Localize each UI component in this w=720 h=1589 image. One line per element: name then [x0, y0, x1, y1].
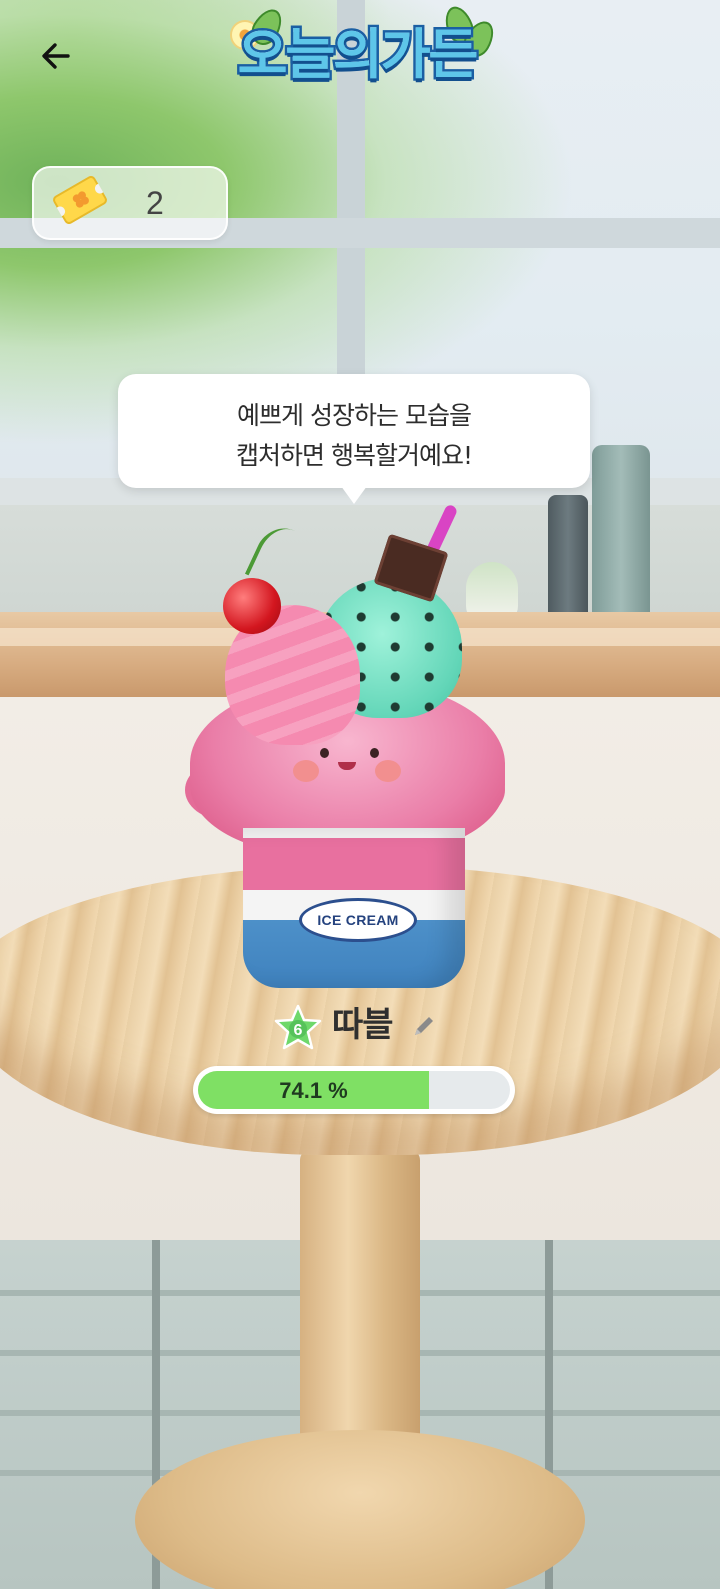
character-right-cheek — [375, 760, 401, 782]
edit-name-button[interactable] — [410, 1012, 438, 1040]
ticket-count: 2 — [146, 185, 164, 221]
progress-label: 74.1 % — [279, 1078, 348, 1103]
growth-progress-bar: 74.1 % — [193, 1066, 515, 1114]
cup-label: ICE CREAM — [299, 898, 417, 942]
arrow-left-icon — [42, 43, 70, 69]
speech-bubble-line-2: 캡처하면 행복할거예요! — [236, 441, 473, 470]
ticket-counter[interactable]: 2 — [32, 166, 228, 240]
level-star-badge: 6 — [274, 1004, 322, 1050]
ticket-clover-icon — [53, 175, 107, 225]
logo-text: 오늘의가든 — [235, 21, 480, 88]
character-left-cheek — [293, 760, 319, 782]
cherry — [223, 578, 281, 634]
app-logo: 오늘의가든 — [222, 2, 500, 94]
green-bottle — [592, 445, 650, 640]
character-right-eye — [370, 748, 379, 758]
ice-cream-cup: ICE CREAM — [243, 828, 465, 988]
back-button[interactable] — [30, 30, 82, 82]
speech-bubble-line-1: 예쁘게 성장하는 모습을 — [237, 401, 472, 430]
progress-track: 74.1 % — [198, 1071, 510, 1109]
character-left-eye — [320, 748, 329, 758]
pencil-icon — [415, 1017, 433, 1035]
level-number: 6 — [294, 1022, 303, 1039]
speech-bubble: 예쁘게 성장하는 모습을 캡처하면 행복할거예요! — [118, 374, 590, 488]
ice-cream-character[interactable]: ICE CREAM — [185, 503, 525, 1000]
speech-bubble-tail — [341, 486, 367, 504]
character-name: 따블 — [332, 1005, 394, 1045]
